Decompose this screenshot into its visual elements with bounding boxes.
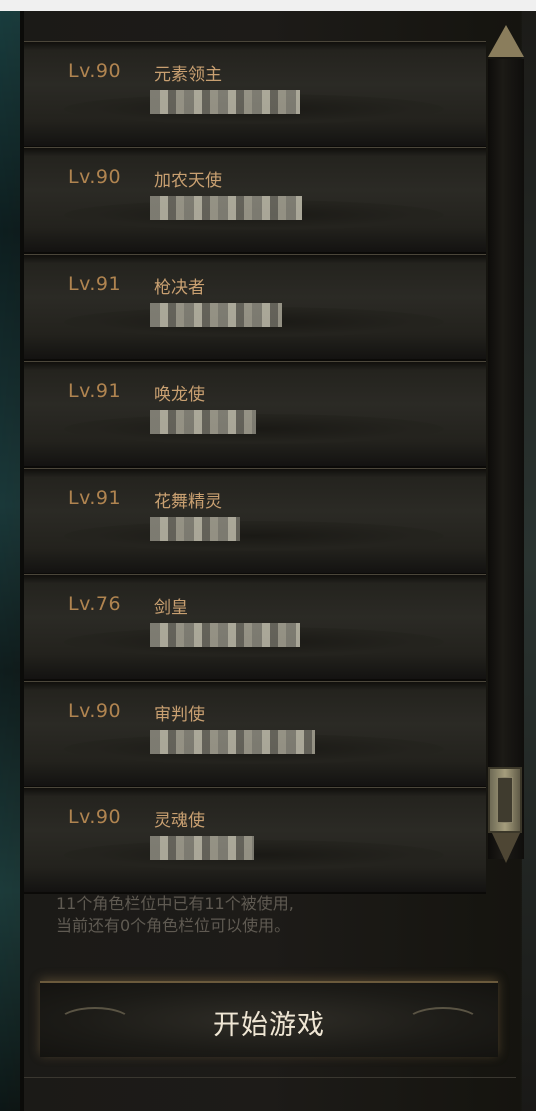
character-level: Lv.76 <box>68 593 122 615</box>
character-name-blurred <box>150 410 256 434</box>
character-name-blurred <box>150 90 300 114</box>
character-class: 枪决者 <box>154 278 205 298</box>
character-name-blurred <box>150 623 300 647</box>
scrollbar-track[interactable] <box>488 59 524 859</box>
scrollbar-thumb[interactable] <box>488 767 522 833</box>
character-card[interactable]: Lv.90 审判使 <box>24 681 486 788</box>
slot-usage-line-2: 当前还有0个角色栏位可以使用。 <box>56 916 291 935</box>
character-class: 灵魂使 <box>154 811 205 831</box>
character-level: Lv.90 <box>68 806 122 828</box>
character-class: 唤龙使 <box>154 385 205 405</box>
character-card[interactable]: Lv.91 花舞精灵 <box>24 468 486 575</box>
scroll-down-arrow-icon[interactable] <box>492 833 520 863</box>
character-name-blurred <box>150 730 315 754</box>
character-class: 加农天使 <box>154 171 222 191</box>
character-name-blurred <box>150 303 282 327</box>
character-select-panel: Lv.90 元素领主 Lv.90 加农天使 Lv.91 枪决者 Lv.91 唤龙… <box>0 11 536 1111</box>
card-glow-decoration <box>64 840 444 870</box>
character-class: 剑皇 <box>154 598 188 618</box>
character-name-blurred <box>150 196 302 220</box>
character-level: Lv.91 <box>68 273 122 295</box>
scroll-up-arrow-icon[interactable] <box>488 25 524 57</box>
right-border-decoration <box>522 11 536 1111</box>
bottom-divider <box>24 1077 516 1078</box>
character-card[interactable]: Lv.76 剑皇 <box>24 574 486 681</box>
slot-usage-info: 11个角色栏位中已有11个被使用, 当前还有0个角色栏位可以使用。 <box>56 893 476 937</box>
character-level: Lv.91 <box>68 380 122 402</box>
card-glow-decoration <box>64 521 444 551</box>
character-level: Lv.90 <box>68 60 122 82</box>
character-card[interactable]: Lv.91 枪决者 <box>24 254 486 361</box>
window-top-bar <box>0 0 536 11</box>
character-list: Lv.90 元素领主 Lv.90 加农天使 Lv.91 枪决者 Lv.91 唤龙… <box>24 11 486 894</box>
slot-usage-line-1: 11个角色栏位中已有11个被使用, <box>56 894 294 913</box>
character-card[interactable]: Lv.90 灵魂使 <box>24 787 486 894</box>
left-border-decoration <box>0 11 24 1111</box>
character-level: Lv.90 <box>68 700 122 722</box>
character-name-blurred <box>150 836 254 860</box>
character-class: 元素领主 <box>154 65 222 85</box>
character-class: 花舞精灵 <box>154 492 222 512</box>
start-game-button[interactable]: 开始游戏 <box>40 981 498 1057</box>
start-game-label: 开始游戏 <box>213 1010 325 1041</box>
character-level: Lv.91 <box>68 487 122 509</box>
character-card[interactable]: Lv.90 加农天使 <box>24 147 486 254</box>
character-class: 审判使 <box>154 705 205 725</box>
character-name-blurred <box>150 517 240 541</box>
character-card[interactable]: Lv.91 唤龙使 <box>24 361 486 468</box>
character-level: Lv.90 <box>68 166 122 188</box>
character-card[interactable]: Lv.90 元素领主 <box>24 41 486 148</box>
